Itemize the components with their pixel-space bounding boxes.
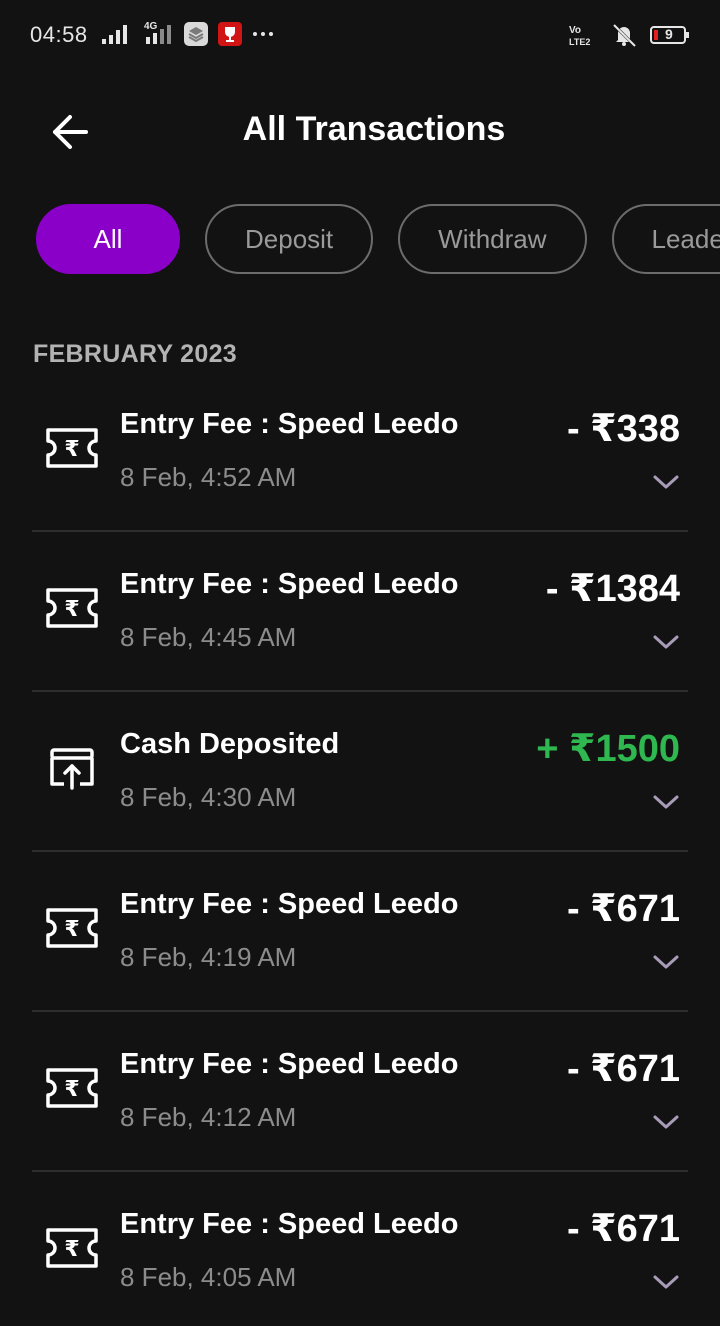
transaction-title: Entry Fee : Speed Leedo	[120, 1208, 459, 1240]
svg-text:₹: ₹	[64, 1237, 79, 1262]
transaction-title: Entry Fee : Speed Leedo	[120, 888, 459, 920]
transaction-row[interactable]: ₹ Entry Fee : Speed Leedo 8 Feb, 4:45 AM…	[32, 532, 688, 692]
transaction-amount: - ₹671	[566, 1208, 680, 1250]
transaction-row[interactable]: Cash Deposited 8 Feb, 4:30 AM + ₹1500	[32, 692, 688, 852]
transaction-title: Entry Fee : Speed Leedo	[120, 1048, 459, 1080]
transaction-row[interactable]: ₹ Entry Fee : Speed Leedo 8 Feb, 4:52 AM…	[32, 372, 688, 532]
chevron-down-icon[interactable]	[652, 632, 680, 652]
page-title: All Transactions	[242, 110, 506, 148]
chevron-down-icon[interactable]	[652, 1112, 680, 1132]
chevron-down-icon[interactable]	[652, 792, 680, 812]
stack-app-icon	[184, 22, 208, 46]
svg-text:LTE2: LTE2	[569, 37, 590, 47]
transaction-time: 8 Feb, 4:45 AM	[120, 622, 297, 652]
svg-text:Vo: Vo	[569, 25, 581, 36]
transaction-time: 8 Feb, 4:19 AM	[120, 942, 297, 972]
transaction-amount: - ₹671	[566, 888, 680, 930]
ticket-rupee-icon: ₹	[46, 588, 98, 628]
transaction-row[interactable]: ₹ Entry Fee : Speed Leedo 8 Feb, 4:12 AM…	[32, 1012, 688, 1172]
transaction-time: 8 Feb, 4:05 AM	[120, 1262, 297, 1292]
filter-chip-deposit[interactable]: Deposit	[205, 204, 374, 274]
transaction-amount: - ₹671	[566, 1048, 680, 1090]
chevron-down-icon[interactable]	[652, 472, 680, 492]
transaction-list: ₹ Entry Fee : Speed Leedo 8 Feb, 4:52 AM…	[32, 372, 688, 1326]
svg-text:₹: ₹	[64, 597, 79, 622]
transaction-row[interactable]: ₹ Entry Fee : Speed Leedo 8 Feb, 4:19 AM…	[32, 852, 688, 1012]
filter-chip-leaderboard[interactable]: Leaderboard	[611, 204, 720, 274]
transaction-time: 8 Feb, 4:12 AM	[120, 1102, 297, 1132]
transaction-title: Cash Deposited	[120, 728, 340, 760]
filter-tabs: All Deposit Withdraw Leaderboard	[36, 204, 720, 278]
transaction-amount: - ₹338	[566, 408, 680, 450]
deposit-icon	[50, 748, 94, 790]
mute-icon	[612, 23, 637, 48]
status-left-icons: 4G	[100, 21, 274, 46]
status-right-icons: Vo LTE2 9	[568, 22, 690, 48]
transaction-time: 8 Feb, 4:52 AM	[120, 462, 297, 492]
signal-icon	[102, 25, 127, 44]
more-notifications-icon	[253, 32, 273, 36]
filter-chip-withdraw[interactable]: Withdraw	[398, 204, 587, 274]
transaction-amount: - ₹1384	[545, 568, 680, 610]
trophy-app-icon	[218, 22, 242, 46]
svg-text:₹: ₹	[64, 1077, 79, 1102]
filter-chip-all[interactable]: All	[36, 204, 180, 274]
header: All Transactions	[0, 90, 720, 174]
status-time: 04:58	[30, 22, 88, 47]
transaction-row[interactable]: ₹ Entry Fee : Speed Leedo 8 Feb, 4:05 AM…	[32, 1172, 688, 1326]
ticket-rupee-icon: ₹	[46, 1068, 98, 1108]
chevron-down-icon[interactable]	[652, 952, 680, 972]
month-header: FEBRUARY 2023	[33, 340, 237, 368]
ticket-rupee-icon: ₹	[46, 908, 98, 948]
chevron-down-icon[interactable]	[652, 1272, 680, 1292]
transaction-title: Entry Fee : Speed Leedo	[120, 568, 459, 600]
transaction-title: Entry Fee : Speed Leedo	[120, 408, 459, 440]
svg-text:₹: ₹	[64, 437, 79, 462]
transaction-amount: + ₹1500	[536, 728, 680, 770]
ticket-rupee-icon: ₹	[46, 1228, 98, 1268]
transaction-time: 8 Feb, 4:30 AM	[120, 782, 297, 812]
ticket-rupee-icon: ₹	[46, 428, 98, 468]
signal-4g-icon: 4G	[140, 21, 174, 45]
battery-level: 9	[665, 26, 673, 42]
svg-text:₹: ₹	[64, 917, 79, 942]
status-bar: 04:58 4G Vo LTE2 9	[0, 0, 720, 70]
volte-icon: Vo LTE2	[569, 25, 590, 47]
battery-icon: 9	[650, 25, 690, 45]
